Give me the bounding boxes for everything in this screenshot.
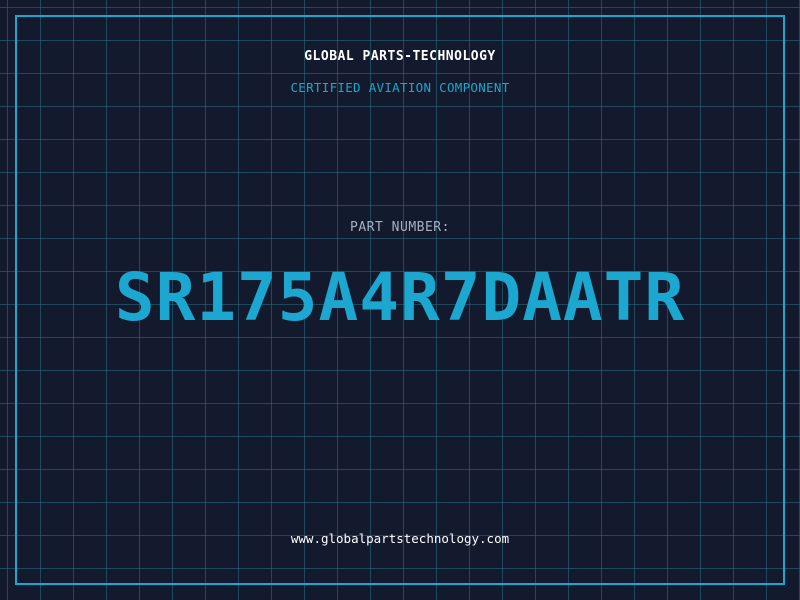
tagline: CERTIFIED AVIATION COMPONENT	[290, 80, 510, 95]
company-name: GLOBAL PARTS-TECHNOLOGY	[304, 49, 496, 64]
part-label-card: GLOBAL PARTS-TECHNOLOGY CERTIFIED AVIATI…	[0, 0, 800, 600]
website-url: www.globalpartstechnology.com	[290, 531, 510, 546]
part-number-value: SR175A4R7DAATR	[114, 259, 686, 336]
part-number-label: PART NUMBER:	[350, 220, 450, 235]
